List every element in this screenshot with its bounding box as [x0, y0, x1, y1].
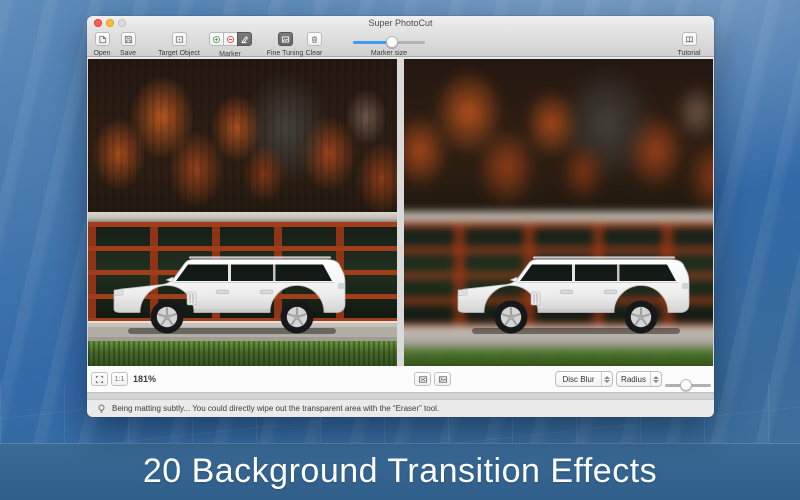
- chevron-up-icon: [604, 376, 610, 379]
- lightbulb-icon: [97, 404, 106, 414]
- trash-icon: [310, 35, 319, 44]
- marker-size-label: Marker size: [353, 50, 425, 58]
- fence-top-beam: [88, 212, 397, 222]
- transparent-background-button[interactable]: [414, 372, 431, 386]
- target-object-group: Target Object: [156, 30, 202, 57]
- actual-size-label: 1:1: [115, 376, 125, 383]
- autumn-forest-background: [88, 59, 397, 212]
- parameter-select-value: Radius: [617, 375, 650, 384]
- chevron-up-icon: [653, 376, 659, 379]
- title-bar[interactable]: Super PhotoCut: [87, 16, 714, 30]
- background-image-button[interactable]: [434, 372, 451, 386]
- slider-thumb[interactable]: [386, 36, 398, 48]
- chevron-down-icon: [604, 380, 610, 383]
- marker-group: Marker: [206, 30, 254, 57]
- status-bar: Being matting subtly... You could direct…: [87, 399, 714, 417]
- traffic-lights: [94, 19, 126, 27]
- caption-band: 20 Background Transition Effects: [0, 443, 800, 500]
- open-label: Open: [89, 50, 115, 58]
- radius-slider-thumb[interactable]: [680, 379, 692, 391]
- window-title: Super PhotoCut: [87, 16, 714, 30]
- grass-strip: [88, 341, 397, 366]
- fence-top-beam-blurred: [404, 212, 713, 223]
- target-object-label: Target Object: [156, 50, 202, 58]
- autumn-forest-background-blurred: [404, 59, 713, 212]
- crop-frame-icon: [175, 35, 184, 44]
- actual-size-button[interactable]: 1:1: [111, 372, 128, 386]
- chevron-down-icon: [653, 380, 659, 383]
- parameter-select-stepper[interactable]: [650, 372, 661, 386]
- save-group: Save: [115, 30, 141, 57]
- eraser-icon: [240, 35, 249, 44]
- promo-background: 20 Background Transition Effects: [0, 0, 800, 500]
- clear-label: Clear: [299, 50, 329, 58]
- grass-strip-blurred: [404, 347, 713, 366]
- status-tip-text: Being matting subtly... You could direct…: [112, 404, 439, 413]
- floppy-disk-icon: [124, 35, 133, 44]
- no-background-icon: [418, 375, 428, 384]
- minus-circle-icon: [226, 35, 235, 44]
- plus-circle-icon: [212, 35, 221, 44]
- background-image-icon: [438, 375, 448, 384]
- book-icon: [685, 35, 694, 44]
- white-suv: [110, 249, 350, 337]
- open-document-icon: [98, 35, 107, 44]
- open-group: Open: [89, 30, 115, 57]
- panel-controls: 1:1 181% Disc Blur Radius: [87, 366, 714, 392]
- caption-text: 20 Background Transition Effects: [143, 452, 657, 491]
- parameter-select[interactable]: Radius: [616, 371, 662, 387]
- image-area: [87, 59, 714, 366]
- tutorial-button[interactable]: [682, 32, 697, 46]
- fit-to-window-button[interactable]: [91, 372, 108, 386]
- radius-slider[interactable]: [665, 379, 711, 391]
- target-object-button[interactable]: [172, 32, 187, 46]
- open-button[interactable]: [95, 32, 110, 46]
- effect-select[interactable]: Disc Blur: [555, 371, 613, 387]
- close-button[interactable]: [94, 19, 102, 27]
- marker-keep-button[interactable]: [209, 32, 224, 46]
- tutorial-label: Tutorial: [672, 50, 706, 58]
- clear-group: Clear: [299, 30, 329, 57]
- white-suv-cutout: [454, 249, 694, 337]
- photo-icon: [281, 35, 290, 44]
- save-label: Save: [115, 50, 141, 58]
- marker-size-slider[interactable]: [353, 36, 425, 48]
- fine-tuning-button[interactable]: [278, 32, 293, 46]
- app-window: Super PhotoCut Open Save Target Object: [87, 16, 714, 417]
- marker-size-group: Marker size: [353, 30, 425, 57]
- marker-label: Marker: [206, 51, 254, 59]
- panel-divider: [397, 59, 404, 392]
- zoom-level-value: 181%: [133, 372, 156, 386]
- tutorial-group: Tutorial: [672, 30, 706, 57]
- save-button[interactable]: [121, 32, 136, 46]
- result-image-canvas[interactable]: [404, 59, 713, 366]
- toolbar: Open Save Target Object: [87, 30, 714, 57]
- clear-button[interactable]: [307, 32, 322, 46]
- marker-eraser-button[interactable]: [237, 32, 252, 46]
- lower-separator: [87, 392, 714, 399]
- minimize-button[interactable]: [106, 19, 114, 27]
- original-image-canvas[interactable]: [88, 59, 397, 366]
- effect-select-stepper[interactable]: [601, 372, 612, 386]
- marker-remove-button[interactable]: [223, 32, 238, 46]
- effect-select-value: Disc Blur: [556, 375, 601, 384]
- zoom-button[interactable]: [118, 19, 126, 27]
- fit-screen-icon: [95, 375, 104, 384]
